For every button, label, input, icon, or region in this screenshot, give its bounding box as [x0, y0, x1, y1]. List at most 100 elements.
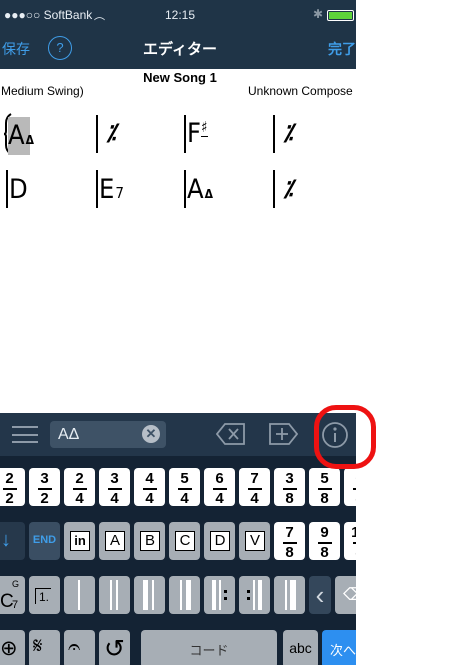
chord-cell-7[interactable]: AΔ	[187, 176, 213, 203]
abc-key[interactable]: abc	[283, 630, 318, 665]
barline	[6, 170, 8, 208]
barline	[184, 115, 186, 153]
chord-quality: 7	[115, 184, 124, 202]
song-title[interactable]: New Song 1	[120, 70, 240, 85]
segno-key[interactable]: 𝄋	[29, 630, 60, 665]
delete-icon: ⌫	[343, 585, 356, 604]
time-signature-key[interactable]: 24	[64, 468, 95, 507]
help-button[interactable]: ?	[48, 36, 72, 60]
barline	[273, 115, 275, 153]
section-key-3[interactable]: C	[169, 522, 200, 560]
chord-keyboard: 2232243444546474385868 ↓ END in ABCDV 78…	[0, 456, 356, 665]
barline-single-key[interactable]	[64, 576, 95, 614]
time-signature-key[interactable]: 58	[309, 468, 340, 507]
end-key[interactable]: END	[29, 522, 60, 560]
undo-icon: ↺	[104, 635, 125, 663]
down-arrow-icon: ↓	[1, 529, 11, 551]
time-signature-top: 12	[351, 524, 356, 541]
time-signature-top: 4	[145, 470, 154, 487]
time-signature-bottom: 8	[320, 544, 329, 561]
time-signature-key[interactable]: 74	[239, 468, 270, 507]
time-signature-top: 3	[285, 470, 294, 487]
time-signature-key[interactable]: 38	[274, 468, 305, 507]
time-signature-key[interactable]: 34	[99, 468, 130, 507]
time-signature-top: 5	[320, 470, 329, 487]
time-signature-bottom: 4	[180, 490, 189, 507]
time-signature-key[interactable]: 54	[169, 468, 200, 507]
barline	[184, 170, 186, 208]
time-signature-bottom: 2	[40, 490, 49, 507]
chord-keyboard-key[interactable]: コード	[141, 630, 277, 665]
repeat-measure-icon[interactable]: ⁒	[106, 120, 116, 146]
back-key[interactable]: ‹	[309, 576, 331, 614]
menu-icon[interactable]	[12, 426, 38, 443]
chord-root: A	[187, 174, 204, 205]
chord-toolbar: AΔ ✕	[0, 413, 356, 456]
repeat-start-key[interactable]	[204, 576, 235, 614]
delete-key[interactable]: ⌫	[335, 576, 356, 614]
slash-chord-key[interactable]: G C 7	[0, 576, 25, 614]
section-key-2[interactable]: B	[134, 522, 165, 560]
song-style[interactable]: Medium Swing)	[1, 84, 84, 98]
time-signature-top: 7	[250, 470, 259, 487]
chord-quality: Δ	[204, 187, 213, 201]
barline-final-key[interactable]	[169, 576, 200, 614]
chord-root: A	[8, 120, 25, 151]
time-signature-bottom: 4	[145, 490, 154, 507]
time-signature-key[interactable]: 78	[274, 522, 305, 561]
battery-icon	[327, 10, 354, 21]
chord-cell-1[interactable]: AΔ	[8, 117, 34, 155]
carrier-label: ●●●○○ SoftBank	[4, 8, 93, 22]
time-signature-top: 6	[355, 470, 356, 487]
time-signature-bottom: 8	[285, 544, 294, 561]
barline-thin-thick-key[interactable]	[274, 576, 305, 614]
time-signature-bottom: 8	[285, 490, 294, 507]
chord-cell-3[interactable]: F♯	[187, 118, 208, 149]
time-signature-key[interactable]: 22	[0, 468, 25, 507]
repeat-measure-icon[interactable]: ⁒	[283, 120, 293, 146]
time-signature-bottom: 8	[320, 490, 329, 507]
time-signature-key[interactable]: 44	[134, 468, 165, 507]
song-composer[interactable]: Unknown Compose	[248, 84, 353, 98]
time-signature-bottom: 8	[355, 544, 356, 561]
section-key-5[interactable]: V	[239, 522, 270, 560]
delete-backward-icon[interactable]	[216, 422, 246, 446]
time-signature-bottom: 4	[110, 490, 119, 507]
save-button[interactable]: 保存	[2, 39, 30, 59]
chord-cell-6[interactable]: E7	[99, 176, 124, 203]
first-ending-key[interactable]: 1.	[29, 576, 60, 614]
sharp-accidental: ♯	[200, 118, 208, 137]
clock: 12:15	[165, 8, 196, 22]
done-button[interactable]: 完了	[328, 39, 356, 59]
page-title: エディター	[143, 41, 217, 58]
chord-cell-5[interactable]: D	[9, 176, 28, 203]
fermata-key[interactable]: 𝄐	[64, 630, 95, 665]
down-key[interactable]: ↓	[0, 522, 25, 560]
chord-root: D	[9, 174, 28, 205]
coda-key[interactable]: ⊕	[0, 630, 25, 665]
time-signature-key[interactable]: 128	[344, 522, 356, 561]
barline-double-key[interactable]	[99, 576, 130, 614]
time-signature-top: 7	[285, 524, 294, 541]
time-signature-key[interactable]: 64	[204, 468, 235, 507]
time-signature-key[interactable]: 32	[29, 468, 60, 507]
time-signature-key[interactable]: 68	[344, 468, 356, 507]
clear-input-icon[interactable]: ✕	[142, 425, 160, 443]
chevron-left-icon: ‹	[315, 580, 325, 610]
fermata-icon: 𝄐	[68, 635, 81, 660]
repeat-measure-icon[interactable]: ⁒	[283, 176, 293, 202]
time-signature-bottom: 4	[75, 490, 84, 507]
bluetooth-icon: ✱	[313, 7, 324, 21]
barline-open-key[interactable]	[134, 576, 165, 614]
section-key-4[interactable]: D	[204, 522, 235, 560]
insert-forward-icon[interactable]	[268, 422, 298, 446]
next-key[interactable]: 次へ	[322, 630, 356, 665]
undo-key[interactable]: ↺	[99, 630, 130, 665]
barline	[96, 115, 98, 153]
intro-key[interactable]: in	[64, 522, 95, 560]
chord-root: F	[187, 118, 201, 149]
time-signature-key[interactable]: 98	[309, 522, 340, 561]
time-signature-bottom: 2	[5, 490, 14, 507]
repeat-end-key[interactable]	[239, 576, 270, 614]
section-key-1[interactable]: A	[99, 522, 130, 560]
